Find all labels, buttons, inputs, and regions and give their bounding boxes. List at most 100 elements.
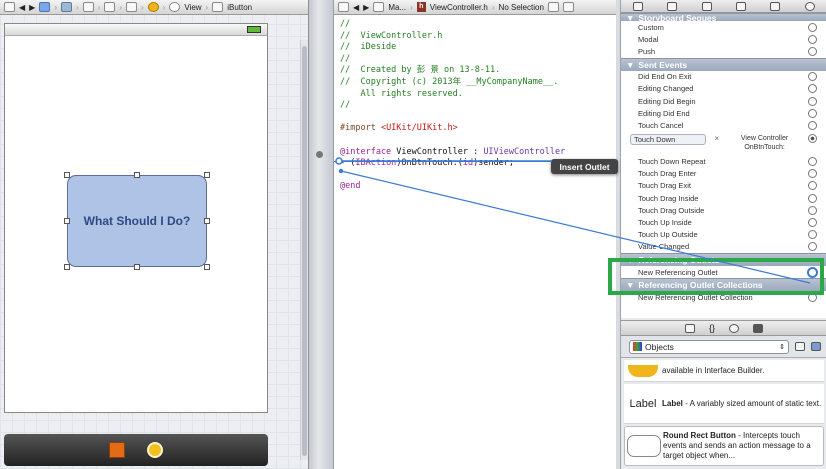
- resize-handle[interactable]: [64, 264, 70, 270]
- editor-split-divider[interactable]: [308, 0, 334, 469]
- connection-well-icon[interactable]: [808, 96, 817, 106]
- code-line[interactable]: // Copyright (c) 2013年 __MyCompanyName__…: [340, 77, 610, 89]
- code-line[interactable]: [340, 135, 610, 147]
- code-line[interactable]: //: [340, 19, 610, 31]
- section-sent-events[interactable]: ▼ Sent Events: [621, 57, 826, 71]
- button-icon[interactable]: [212, 2, 224, 12]
- interface-builder-canvas[interactable]: ◀ ▶ › › › › › › View › iButton What Shou…: [0, 0, 308, 469]
- section-storyboard-segues[interactable]: ▼ Storyboard Segues: [621, 13, 826, 21]
- related-files-icon[interactable]: [338, 2, 349, 12]
- library-category-select[interactable]: Objects ⇕: [629, 339, 789, 354]
- code-line[interactable]: // ViewController.h: [340, 31, 610, 43]
- segue-row[interactable]: Custom: [621, 21, 826, 33]
- view-icon[interactable]: [169, 2, 181, 12]
- code-line[interactable]: All rights reserved.: [340, 89, 610, 101]
- jump-manual-label[interactable]: Ma...: [388, 3, 406, 12]
- code-line[interactable]: //: [340, 100, 610, 112]
- connection-well-icon[interactable]: [808, 22, 817, 32]
- code-line[interactable]: [340, 112, 610, 124]
- icon-view-icon[interactable]: [795, 342, 805, 351]
- file-owner-icon[interactable]: [147, 2, 159, 12]
- jump-selection-label[interactable]: No Selection: [499, 3, 544, 12]
- sent-event-row[interactable]: Touch Cancel: [621, 119, 826, 131]
- resize-handle[interactable]: [64, 172, 70, 178]
- connection-well-icon[interactable]: [808, 84, 817, 94]
- segue-row[interactable]: Modal: [621, 33, 826, 45]
- connection-well-icon[interactable]: [808, 120, 817, 130]
- add-editor-icon[interactable]: [547, 2, 559, 12]
- assistant-editor[interactable]: ◀ ▶ Ma... › h ViewController.h › No Sele…: [334, 0, 616, 469]
- resize-handle[interactable]: [204, 172, 210, 178]
- jump-button-label[interactable]: iButton: [227, 3, 252, 12]
- library-item-label[interactable]: Label Label - A variably sized amount of…: [624, 384, 824, 424]
- what-should-i-do-button[interactable]: What Should I Do?: [67, 175, 207, 267]
- segue-row[interactable]: Push: [621, 45, 826, 57]
- storyboard-icon[interactable]: [82, 2, 94, 12]
- connection-well-icon[interactable]: [808, 181, 817, 191]
- folder-icon[interactable]: [60, 2, 72, 12]
- disclosure-triangle-icon[interactable]: ▼: [626, 14, 634, 21]
- back-arrow-icon[interactable]: ◀: [353, 3, 359, 12]
- jump-file-label[interactable]: ViewController.h: [430, 3, 488, 12]
- forward-arrow-icon[interactable]: ▶: [29, 3, 35, 12]
- connection-well-icon[interactable]: [807, 133, 817, 143]
- quick-help-icon[interactable]: [667, 1, 678, 11]
- connection-well-icon[interactable]: [808, 169, 817, 179]
- view-controller-dock-icon[interactable]: [147, 442, 163, 458]
- media-library-icon[interactable]: [753, 323, 763, 333]
- code-line[interactable]: //: [340, 54, 610, 66]
- connection-well-icon[interactable]: [808, 193, 817, 203]
- sent-event-row[interactable]: Touch Up Inside: [621, 216, 826, 228]
- file-templates-icon[interactable]: [684, 323, 695, 333]
- code-line[interactable]: // Created by 彭 景 on 13-8-11.: [340, 65, 610, 77]
- code-line[interactable]: #import <UIKit/UIKit.h>: [340, 123, 610, 135]
- resize-handle[interactable]: [134, 172, 140, 178]
- sent-event-row[interactable]: Touch Drag Exit: [621, 180, 826, 192]
- sent-event-row[interactable]: Touch Down Repeat: [621, 156, 826, 168]
- close-editor-icon[interactable]: [562, 2, 574, 12]
- scene-icon[interactable]: [104, 2, 116, 12]
- sent-event-row[interactable]: Value Changed: [621, 241, 826, 253]
- jump-view-label[interactable]: View: [184, 3, 201, 12]
- canvas-scrollbar[interactable]: [300, 40, 308, 460]
- scroll-thumb[interactable]: [302, 46, 307, 456]
- connection-well-icon[interactable]: [808, 72, 817, 82]
- connection-well-icon[interactable]: [808, 34, 817, 44]
- connection-well-icon[interactable]: [808, 157, 817, 167]
- resize-handle[interactable]: [134, 264, 140, 270]
- split-handle-icon[interactable]: [316, 151, 323, 158]
- resize-handle[interactable]: [64, 218, 70, 224]
- connection-well-icon[interactable]: [808, 218, 817, 228]
- sent-event-row[interactable]: Touch Up Outside: [621, 229, 826, 241]
- project-icon[interactable]: [39, 2, 51, 12]
- related-files-icon[interactable]: [4, 2, 15, 12]
- code-line[interactable]: @end: [340, 181, 610, 193]
- forward-arrow-icon[interactable]: ▶: [363, 3, 369, 12]
- attributes-inspector-icon[interactable]: [736, 1, 747, 11]
- sent-event-row[interactable]: Editing Changed: [621, 83, 826, 95]
- sent-event-row[interactable]: Touch Drag Outside: [621, 204, 826, 216]
- identity-inspector-icon[interactable]: [701, 1, 712, 11]
- file-inspector-icon[interactable]: [633, 1, 644, 11]
- library-item-round-rect-button[interactable]: Round Rect Button - Intercepts touch eve…: [624, 426, 824, 466]
- view-controller-icon[interactable]: [126, 2, 137, 12]
- code-snippets-icon[interactable]: {}: [709, 323, 715, 333]
- connection-well-icon[interactable]: [808, 230, 817, 240]
- sent-event-row[interactable]: Touch Drag Inside: [621, 192, 826, 204]
- resize-handle[interactable]: [204, 264, 210, 270]
- connection-well-icon[interactable]: [808, 108, 817, 118]
- resize-handle[interactable]: [204, 218, 210, 224]
- list-view-icon[interactable]: [811, 342, 821, 351]
- touch-down-connection-row[interactable]: Touch Down × View Controller OnBtnTouch:: [621, 132, 826, 156]
- code-line[interactable]: // iDeside: [340, 42, 610, 54]
- connections-inspector-icon[interactable]: [804, 1, 815, 11]
- sent-event-row[interactable]: Touch Drag Enter: [621, 168, 826, 180]
- disconnect-icon[interactable]: ×: [714, 134, 719, 143]
- disclosure-triangle-icon[interactable]: ▼: [626, 60, 634, 70]
- iphone-view[interactable]: What Should I Do?: [4, 23, 268, 413]
- object-library-icon[interactable]: [729, 323, 739, 333]
- connection-well-icon[interactable]: [808, 242, 817, 252]
- library-item[interactable]: available in Interface Builder.: [624, 360, 824, 382]
- back-arrow-icon[interactable]: ◀: [19, 3, 25, 12]
- size-inspector-icon[interactable]: [770, 1, 781, 11]
